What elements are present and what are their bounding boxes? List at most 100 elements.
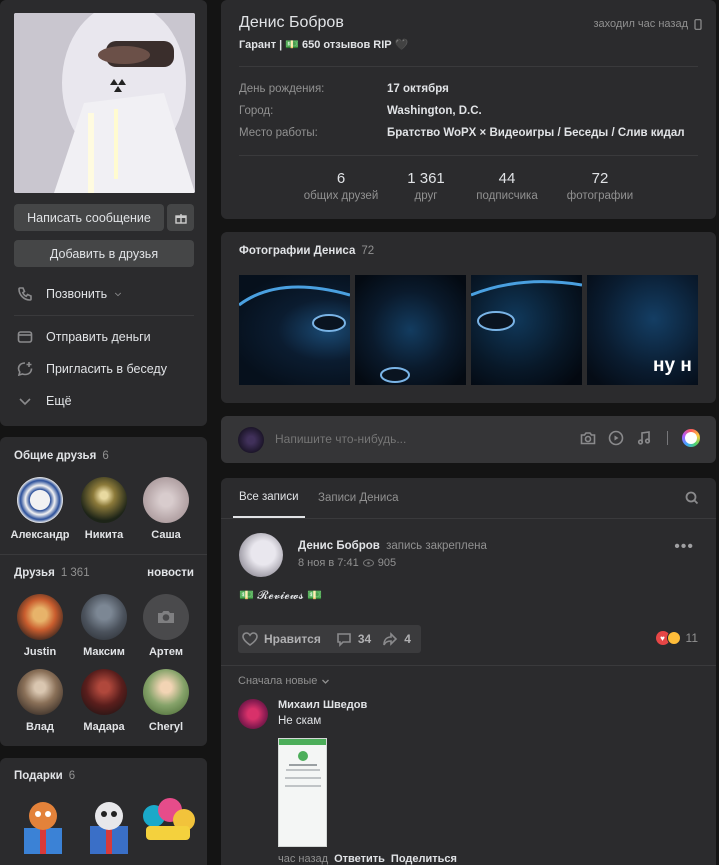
sort-comments[interactable]: Сначала новые [238, 675, 330, 687]
share-comment-link[interactable]: Поделиться [391, 853, 457, 865]
love-reaction-icon [666, 631, 681, 645]
profile-avatar-card: Написать сообщение Добавить в друзья Поз… [0, 0, 207, 426]
comment-button[interactable]: 34 [335, 630, 371, 648]
friend-item[interactable]: Максим [71, 594, 137, 658]
divider [239, 155, 698, 156]
share-button[interactable]: 4 [381, 630, 411, 648]
avatar [81, 477, 127, 523]
music-icon[interactable] [635, 429, 653, 447]
photos-card: Фотографии Дениса 72 ну н [221, 232, 716, 403]
counter-photos[interactable]: 72 фотографии [555, 170, 645, 202]
more-label: Ещё [46, 394, 72, 408]
avatar[interactable] [238, 699, 268, 729]
like-button[interactable]: Нравится [238, 630, 321, 648]
friend-item[interactable]: Cheryl [133, 669, 199, 733]
search-icon[interactable] [684, 490, 700, 506]
photo-thumbnail[interactable] [239, 275, 351, 385]
reactions[interactable]: ♥ 11 [655, 631, 698, 645]
work-link[interactable]: Братство WoPX × Видеоигры / Беседы / Сли… [387, 127, 685, 139]
avatar[interactable] [239, 533, 283, 577]
comment-attachment[interactable] [278, 738, 327, 847]
divider [221, 665, 716, 666]
comment-author[interactable]: Михаил Шведов [278, 699, 367, 711]
friends-header[interactable]: Друзья 1 361 [14, 567, 90, 579]
birthday-link[interactable]: 17 октября [387, 83, 449, 95]
comment-time[interactable]: час назад [278, 853, 328, 865]
friend-item[interactable]: Александр [7, 477, 73, 541]
more-options-icon[interactable]: ••• [674, 538, 694, 556]
post-header: Денис Бобров запись закреплена [298, 540, 487, 552]
avatar [238, 427, 264, 453]
avatar [143, 594, 189, 640]
video-icon[interactable] [607, 429, 625, 447]
gift-icon [174, 213, 187, 224]
avatar [81, 669, 127, 715]
invite-chat-menu-item[interactable]: Пригласить в беседу [14, 353, 194, 385]
mobile-icon [694, 18, 702, 30]
write-message-button[interactable]: Написать сообщение [14, 204, 164, 231]
app-icon[interactable] [682, 429, 700, 447]
post-actions: Нравится 34 4 [238, 625, 421, 653]
photo-thumbnail[interactable] [470, 275, 583, 385]
profile-name: Денис Бобров [239, 14, 344, 31]
city-link[interactable]: Washington, D.C. [387, 105, 482, 117]
chevron-down-icon [19, 398, 31, 406]
gift-item[interactable] [80, 796, 138, 856]
tab-own-posts[interactable]: Записи Дениса [318, 478, 398, 518]
call-label: Позвонить [46, 287, 108, 301]
friend-item[interactable]: Саша [133, 477, 199, 541]
divider [667, 431, 668, 445]
gifts-header[interactable]: Подарки 6 [14, 770, 75, 782]
reply-link[interactable]: Ответить [334, 853, 385, 865]
photos-header[interactable]: Фотографии Дениса 72 [239, 245, 374, 257]
invite-chat-label: Пригласить в беседу [46, 362, 167, 376]
tab-all-posts[interactable]: Все записи [233, 478, 305, 518]
wall-card: Все записи Записи Дениса Денис Бобров за… [221, 478, 716, 865]
counter-followers[interactable]: 44 подписчика [462, 170, 552, 202]
profile-avatar[interactable] [14, 13, 195, 193]
counter-mutual[interactable]: 6 общих друзей [296, 170, 386, 202]
avatar [143, 669, 189, 715]
photo-thumbnail[interactable]: ну н [587, 275, 698, 385]
comment-icon [337, 633, 351, 647]
avatar [143, 477, 189, 523]
friend-item[interactable]: Никита [71, 477, 137, 541]
avatar [17, 477, 63, 523]
photo-caption: ну н [653, 355, 692, 376]
divider [14, 315, 194, 316]
avatar [81, 594, 127, 640]
profile-info-card: Денис Бобров заходил час назад Гарант | … [221, 0, 716, 219]
counter-friends[interactable]: 1 361 друг [381, 170, 471, 202]
divider [0, 554, 207, 555]
send-money-label: Отправить деньги [46, 330, 151, 344]
add-friend-button[interactable]: Добавить в друзья [14, 240, 194, 267]
comment-text: Не скам [278, 715, 322, 727]
friend-item[interactable]: Justin [7, 594, 73, 658]
more-menu-item[interactable]: Ещё [14, 385, 194, 417]
mutual-friends-header[interactable]: Общие друзья 6 [14, 450, 109, 462]
friend-item[interactable]: Влад [7, 669, 73, 733]
chevron-down-icon [115, 292, 122, 297]
friend-item[interactable]: Артем [133, 594, 199, 658]
post-input[interactable] [275, 430, 555, 448]
friend-item[interactable]: Мадара [71, 669, 137, 733]
share-icon [383, 632, 398, 646]
post-text: 💵 𝓡𝓮𝓿𝓲𝓮𝔀𝓼 💵 [239, 588, 322, 602]
post-composer [221, 416, 716, 463]
post-date[interactable]: 8 ноя в 7:41 [298, 557, 359, 569]
send-money-menu-item[interactable]: Отправить деньги [14, 321, 194, 353]
gift-item[interactable] [140, 796, 198, 856]
photo-thumbnail[interactable] [355, 275, 466, 385]
post-author[interactable]: Денис Бобров [298, 540, 380, 552]
friends-news-link[interactable]: новости [147, 567, 194, 579]
heart-icon [242, 632, 258, 646]
gift-item[interactable] [14, 796, 72, 856]
eye-icon [362, 559, 374, 567]
gift-button[interactable] [167, 204, 194, 231]
comment-footer: час назад Ответить Поделиться [278, 853, 457, 865]
post-meta: 8 ноя в 7:41 905 [298, 557, 396, 569]
call-menu-item[interactable]: Позвонить [14, 278, 194, 310]
profile-status[interactable]: Гарант | 💵 650 отзывов RIP 🖤 [239, 38, 408, 51]
avatar [17, 669, 63, 715]
camera-icon[interactable] [579, 429, 597, 447]
